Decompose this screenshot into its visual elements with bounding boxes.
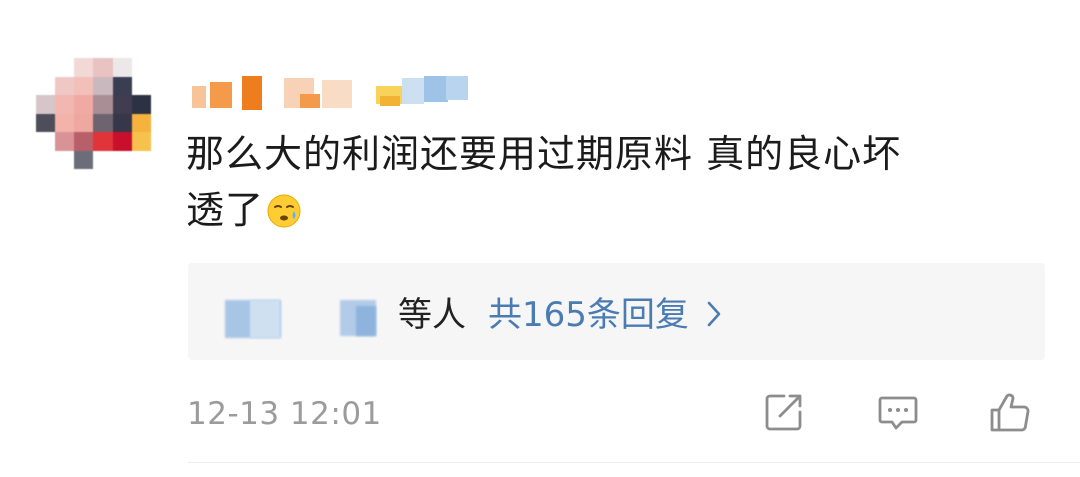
comment-button[interactable] — [874, 388, 922, 436]
avatar-mosaic-cell — [36, 150, 56, 170]
avatar-mosaic-cell — [93, 58, 113, 77]
avatar-mosaic-cell — [36, 95, 56, 114]
avatar-mosaic-cell — [93, 113, 113, 133]
avatar-mosaic-cell — [55, 95, 75, 114]
chevron-right-icon — [707, 301, 721, 326]
avatar-mosaic-cell — [93, 95, 113, 114]
avatar-mosaic-cell — [36, 132, 56, 151]
avatar-mosaic-cell — [36, 113, 56, 133]
avatar-mosaic-cell — [74, 95, 94, 114]
avatar-mosaic-cell — [112, 58, 132, 77]
avatar-mosaic-cell — [36, 169, 56, 188]
avatar-mosaic-cell — [55, 169, 75, 188]
avatar-mosaic-cell — [74, 132, 94, 151]
timestamp: 12-13 12:01 — [187, 396, 382, 432]
like-button[interactable] — [986, 388, 1034, 436]
avatar-mosaic-cell — [74, 150, 94, 170]
avatar-mosaic-cell — [55, 113, 75, 133]
avatar-mosaic-cell — [112, 76, 132, 96]
sweat-emoji-icon — [267, 194, 301, 228]
replier-name-obscured-shade — [356, 306, 376, 336]
comment-icon — [878, 396, 918, 430]
avatar-mosaic-cell — [131, 150, 151, 170]
avatar-mosaic-cell — [55, 132, 75, 151]
avatar-mosaic-cell — [55, 58, 75, 77]
avatar-mosaic-cell — [131, 95, 151, 114]
avatar-mosaic-cell — [74, 113, 94, 133]
thumbs-up-icon — [990, 393, 1030, 432]
divider — [188, 462, 1080, 463]
avatar-mosaic-cell — [112, 113, 132, 133]
avatar[interactable] — [36, 58, 151, 188]
avatar-mosaic-cell — [112, 150, 132, 170]
avatar-mosaic-cell — [36, 76, 56, 96]
comment-card: 那么大的利润还要用过期原料 真的良心坏 透了 等人 共165条回复 12-13 1… — [0, 0, 1080, 477]
comment-text: 那么大的利润还要用过期原料 真的良心坏 透了 — [186, 126, 1036, 238]
avatar-mosaic-cell — [93, 76, 113, 96]
avatar-mosaic-cell — [131, 76, 151, 96]
share-icon — [765, 394, 802, 431]
avatar-mosaic-cell — [112, 132, 132, 151]
avatar-mosaic-cell — [74, 76, 94, 96]
replies-summary[interactable]: 等人 共165条回复 — [398, 290, 721, 340]
avatar-mosaic-cell — [55, 76, 75, 96]
comment-line-1: 那么大的利润还要用过期原料 真的良心坏 — [186, 132, 902, 176]
avatar-mosaic-cell — [93, 150, 113, 170]
replies-people-label: 等人 — [398, 295, 466, 335]
replier-avatar-obscured-shade — [250, 300, 280, 338]
avatar-mosaic-cell — [131, 58, 151, 77]
avatar-mosaic-cell — [112, 95, 132, 114]
avatar-mosaic-cell — [131, 169, 151, 188]
avatar-mosaic-cell — [131, 113, 151, 133]
avatar-mosaic-cell — [112, 169, 132, 188]
share-button[interactable] — [760, 388, 808, 436]
avatar-mosaic-cell — [93, 132, 113, 151]
avatar-mosaic-cell — [74, 58, 94, 77]
avatar-mosaic-cell — [131, 132, 151, 151]
comment-line-2: 透了 — [186, 188, 265, 232]
avatar-mosaic-cell — [36, 58, 56, 77]
username-obscured[interactable] — [192, 72, 482, 112]
replies-count-link[interactable]: 共165条回复 — [488, 295, 689, 335]
avatar-mosaic-cell — [55, 150, 75, 170]
avatar-mosaic-cell — [74, 169, 94, 188]
avatar-mosaic-cell — [93, 169, 113, 188]
